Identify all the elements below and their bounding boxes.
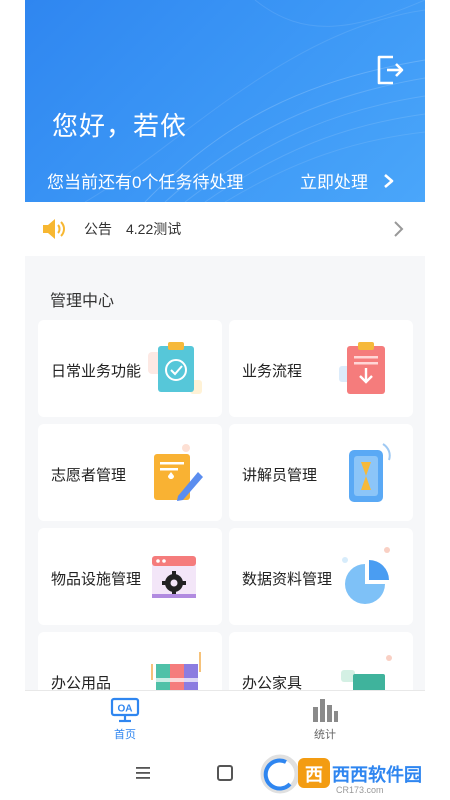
announcement-tag: 公告 — [84, 221, 112, 237]
header-banner: 您好，若依 您当前还有0个任务待处理 立即处理 — [25, 0, 425, 202]
chevron-right-icon — [394, 221, 404, 237]
section-title: 管理中心 — [50, 293, 115, 310]
tab-statistics-label: 统计 — [314, 729, 336, 741]
watermark-brand-text: 西西软件园 — [332, 764, 422, 786]
watermark-logo: 西 西西软件园 CR173.com — [260, 754, 422, 795]
document-edit-icon — [154, 444, 203, 501]
tab-home-label: 首页 — [114, 729, 136, 741]
card-label: 数据资料管理 — [242, 571, 333, 588]
system-home-button[interactable] — [217, 765, 233, 781]
greeting-text: 您好，若依 — [52, 111, 188, 141]
card-label: 物品设施管理 — [51, 571, 142, 588]
bar-chart-icon — [313, 699, 338, 722]
announcement-bar[interactable]: 公告 4.22测试 — [25, 202, 425, 256]
card-business-process[interactable]: 业务流程 — [229, 320, 413, 417]
card-guide-management[interactable]: 讲解员管理 — [229, 424, 413, 521]
card-label: 日常业务功能 — [51, 363, 142, 380]
pending-task-text: 您当前还有0个任务待处理 — [47, 173, 244, 192]
announcement-text: 4.22测试 — [126, 221, 182, 237]
speaker-icon — [43, 219, 65, 239]
card-label: 业务流程 — [242, 363, 303, 380]
watermark-domain: CR173.com — [336, 785, 384, 795]
card-label: 志愿者管理 — [51, 467, 127, 484]
clipboard-check-icon — [148, 342, 202, 394]
tab-home[interactable]: OA 首页 — [85, 697, 165, 745]
bottom-tab-bar: OA 首页 统计 — [25, 690, 425, 748]
card-label: 讲解员管理 — [242, 467, 318, 484]
card-data-management[interactable]: 数据资料管理 — [229, 528, 413, 625]
logout-icon[interactable] — [375, 54, 405, 86]
app-screen: 您好，若依 您当前还有0个任务待处理 立即处理 公告 4.22测试 管理中心 日… — [25, 0, 425, 800]
svg-text:OA: OA — [118, 704, 133, 715]
menu-icon[interactable] — [135, 766, 151, 780]
oa-home-icon: OA — [110, 697, 140, 723]
pie-chart-icon — [342, 547, 390, 604]
watermark-brand-mark: 西 — [305, 765, 323, 786]
handle-now-label: 立即处理 — [300, 173, 368, 192]
clipboard-download-icon — [339, 342, 385, 394]
chevron-right-icon — [384, 173, 394, 188]
management-center: 管理中心 日常业务功能 业务流程 志愿者管理 讲解员管理 物品设施管理 数据资料… — [25, 258, 425, 729]
card-daily-business[interactable]: 日常业务功能 — [38, 320, 222, 417]
gear-window-icon — [152, 556, 196, 598]
hourglass-phone-icon — [349, 443, 391, 502]
tab-statistics[interactable]: 统计 — [285, 697, 365, 745]
handle-now-button[interactable]: 立即处理 — [300, 168, 396, 193]
card-volunteer-management[interactable]: 志愿者管理 — [38, 424, 222, 521]
card-facility-management[interactable]: 物品设施管理 — [38, 528, 222, 625]
